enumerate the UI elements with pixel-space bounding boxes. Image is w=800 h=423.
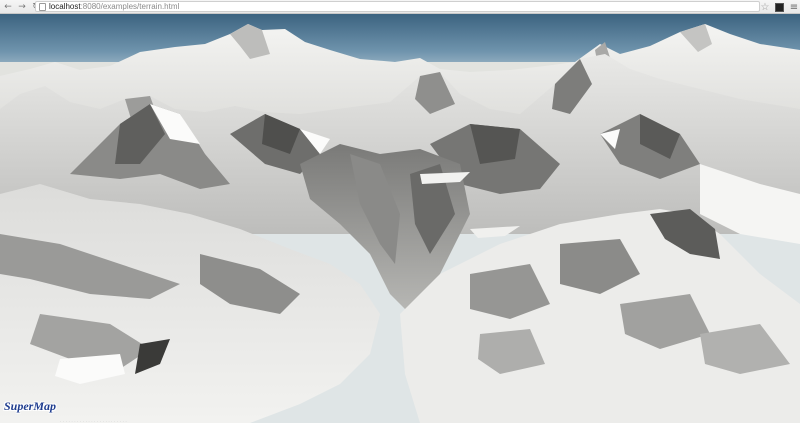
supermap-logo: SuperMap [4, 399, 57, 413]
toolbar-actions: ☆ ≡ [759, 0, 800, 14]
address-bar[interactable]: localhost:8080/examples/terrain.html [35, 1, 760, 12]
menu-icon[interactable]: ≡ [788, 2, 800, 13]
star-icon[interactable]: ☆ [759, 2, 771, 13]
forward-arrow-icon[interactable]: → [16, 1, 28, 13]
browser-toolbar: ← → ↻ localhost:8080/examples/terrain.ht… [0, 0, 800, 14]
extension-icon[interactable] [775, 2, 784, 12]
terrain-render[interactable] [0, 14, 800, 423]
map-attribution: · · · · · · · · · · · · · · · · · · · · … [60, 419, 127, 423]
url-path: :8080/examples/terrain.html [80, 2, 180, 11]
url-host: localhost [49, 2, 81, 11]
back-arrow-icon[interactable]: ← [2, 1, 14, 13]
terrain-viewport[interactable]: SuperMap · · · · · · · · · · · · · · · ·… [0, 14, 800, 423]
url-text[interactable]: localhost:8080/examples/terrain.html [49, 2, 179, 11]
page-icon [39, 2, 46, 11]
